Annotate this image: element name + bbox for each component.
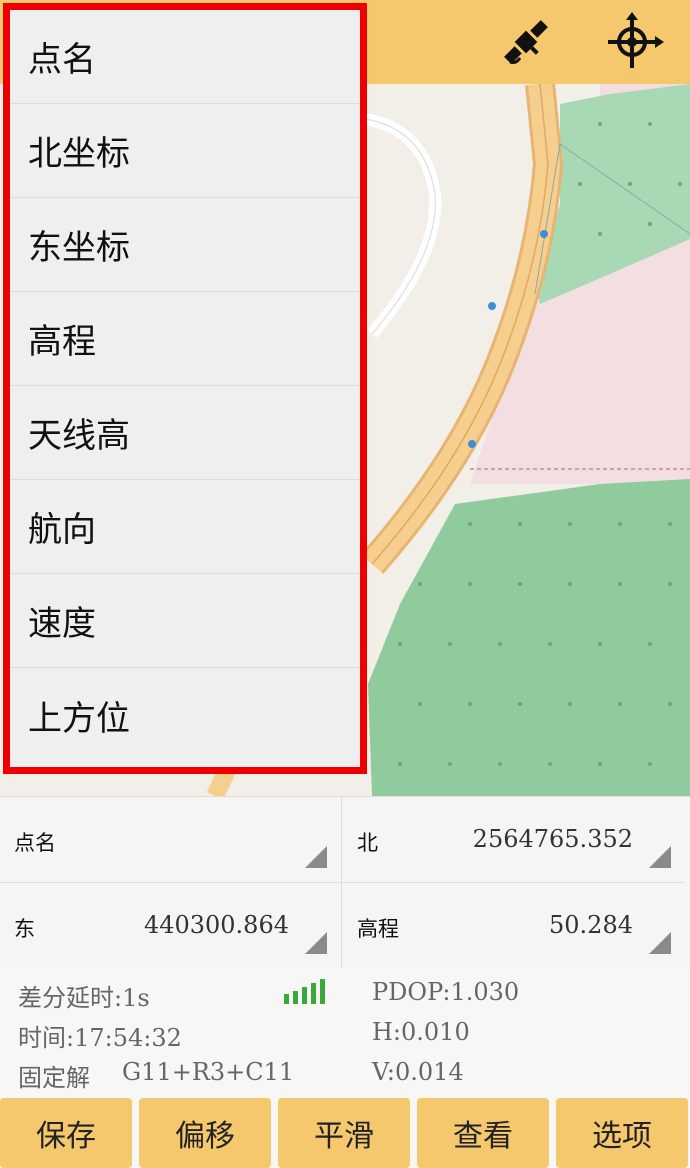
poi-marker — [468, 440, 476, 448]
time-text: 时间:17:54:32 — [18, 1024, 182, 1052]
menu-item-speed[interactable]: 速度 — [10, 574, 360, 668]
elevation-cell[interactable]: 高程 50.284 — [343, 883, 685, 969]
satellite-count-text: G11+R3+C11 — [122, 1058, 295, 1086]
east-label: 东 — [14, 917, 35, 941]
vertical-precision-text: V:0.014 — [372, 1058, 464, 1086]
gnss-status-panel: 差分延时:1s 时间:17:54:32 固定解 G11+R3+C11 PDOP:… — [0, 968, 690, 1094]
elevation-label: 高程 — [357, 917, 399, 941]
main-highway-fill — [362, 84, 561, 572]
smooth-button[interactable]: 平滑 — [278, 1098, 410, 1168]
satellite-button[interactable] — [490, 8, 562, 76]
crosshair-locate-icon — [608, 12, 664, 68]
menu-item-azimuth[interactable]: 上方位 — [10, 668, 360, 762]
menu-item-elevation[interactable]: 高程 — [10, 292, 360, 386]
bottom-action-bar: 保存 偏移 平滑 查看 选项 — [0, 1094, 690, 1168]
north-label: 北 — [357, 831, 378, 855]
fix-status-text: 固定解 — [18, 1064, 90, 1092]
dropdown-corner-icon — [649, 932, 671, 954]
view-button[interactable]: 查看 — [417, 1098, 549, 1168]
menu-item-point-name[interactable]: 点名 — [10, 10, 360, 104]
dropdown-corner-icon — [305, 932, 327, 954]
locate-button[interactable] — [598, 8, 670, 76]
coordinate-info-grid: 点名 北 2564765.352 东 440300.864 高程 50.284 — [0, 796, 690, 969]
save-button[interactable]: 保存 — [0, 1098, 132, 1168]
offset-button[interactable]: 偏移 — [139, 1098, 271, 1168]
east-value: 440300.864 — [143, 911, 289, 939]
elevation-value: 50.284 — [549, 911, 633, 939]
poi-marker — [540, 230, 548, 238]
options-button[interactable]: 选项 — [556, 1098, 688, 1168]
point-name-cell[interactable]: 点名 — [0, 797, 342, 883]
dropdown-corner-icon — [305, 846, 327, 868]
dropdown-corner-icon — [649, 846, 671, 868]
menu-item-east-coordinate[interactable]: 东坐标 — [10, 198, 360, 292]
horizontal-precision-text: H:0.010 — [372, 1018, 470, 1046]
satellite-icon — [504, 20, 548, 64]
signal-strength-icon — [284, 979, 325, 1004]
north-cell[interactable]: 北 2564765.352 — [343, 797, 685, 883]
menu-item-north-coordinate[interactable]: 北坐标 — [10, 104, 360, 198]
diff-delay-text: 差分延时:1s — [18, 984, 150, 1012]
poi-marker — [488, 302, 496, 310]
east-cell[interactable]: 东 440300.864 — [0, 883, 342, 969]
point-name-label: 点名 — [14, 831, 56, 855]
menu-item-heading[interactable]: 航向 — [10, 480, 360, 574]
north-value: 2564765.352 — [472, 825, 633, 853]
menu-item-antenna-height[interactable]: 天线高 — [10, 386, 360, 480]
pdop-text: PDOP:1.030 — [372, 978, 520, 1006]
field-select-menu: 点名 北坐标 东坐标 高程 天线高 航向 速度 上方位 — [3, 3, 367, 774]
side-road — [363, 113, 442, 338]
